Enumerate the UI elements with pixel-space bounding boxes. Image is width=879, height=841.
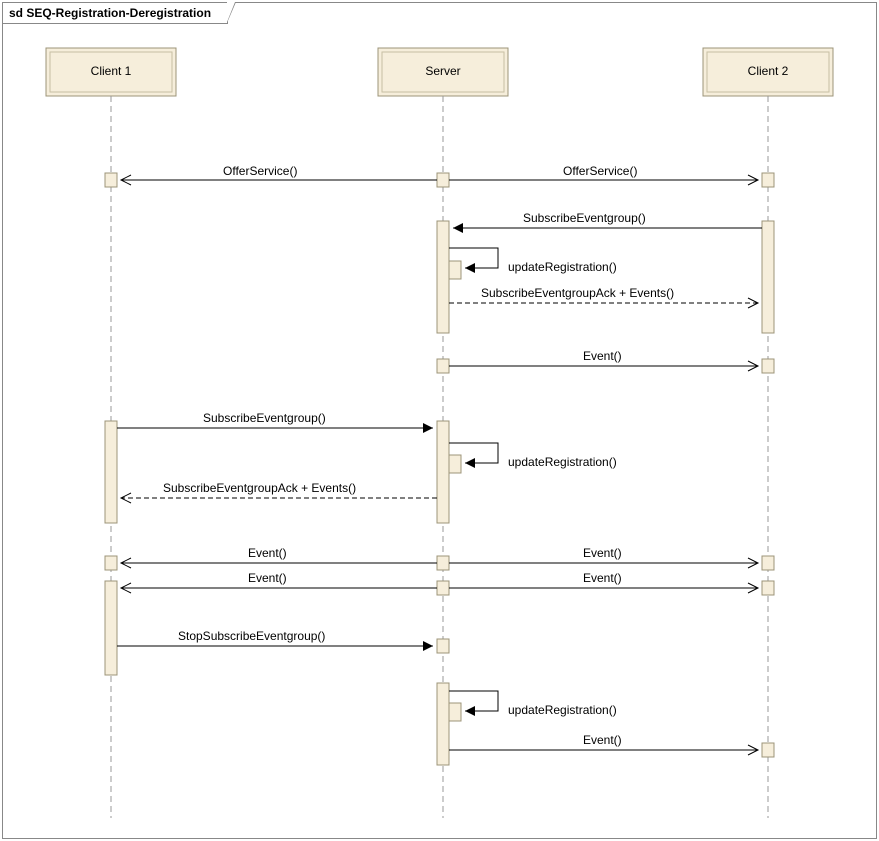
- activation-box: [437, 639, 449, 653]
- activation-box: [762, 581, 774, 595]
- activation-box: [762, 221, 774, 333]
- msg-update-reg-1: updateRegistration(): [508, 260, 617, 274]
- activation-box: [762, 359, 774, 373]
- msg-event-to-c2-b: Event(): [583, 571, 622, 585]
- msg-offer-left: OfferService(): [223, 164, 297, 178]
- msg-offer-right: OfferService(): [563, 164, 637, 178]
- msg-event-to-c2-final: Event(): [583, 733, 622, 747]
- activation-box: [437, 556, 449, 570]
- sequence-diagram-frame: sd SEQ-Registration-Deregistration Clien…: [2, 2, 877, 839]
- msg-event-to-c1-b: Event(): [248, 571, 287, 585]
- activation-box: [105, 556, 117, 570]
- msg-event-to-c1-a: Event(): [248, 546, 287, 560]
- lifeline-client1-label: Client 1: [91, 64, 132, 78]
- msg-sub-from-c1: SubscribeEventgroup(): [203, 411, 326, 425]
- msg-update-reg-2: updateRegistration(): [508, 455, 617, 469]
- activation-box: [437, 221, 449, 333]
- activation-box: [105, 173, 117, 187]
- activation-box: [762, 556, 774, 570]
- activation-box: [762, 173, 774, 187]
- activation-box: [449, 261, 461, 279]
- activation-box: [105, 421, 117, 523]
- activation-box: [449, 455, 461, 473]
- lifeline-client2: Client 2: [703, 48, 833, 818]
- activation-box: [437, 421, 449, 523]
- msg-sub-ack-to-c2: SubscribeEventgroupAck + Events(): [481, 286, 674, 300]
- msg-sub-ack-to-c1: SubscribeEventgroupAck + Events(): [163, 481, 356, 495]
- msg-event-to-c2-a: Event(): [583, 546, 622, 560]
- activation-box: [449, 703, 461, 721]
- lifeline-server-label: Server: [425, 64, 460, 78]
- activation-box: [437, 581, 449, 595]
- lifeline-client2-label: Client 2: [748, 64, 789, 78]
- activation-box: [437, 173, 449, 187]
- frame-title: sd SEQ-Registration-Deregistration: [2, 2, 228, 24]
- msg-stop-sub-c1: StopSubscribeEventgroup(): [178, 629, 325, 643]
- sequence-diagram-svg: Client 1 Server Client 2 OfferService() …: [3, 3, 876, 838]
- msg-sub-from-c2: SubscribeEventgroup(): [523, 211, 646, 225]
- msg-update-reg-3: updateRegistration(): [508, 703, 617, 717]
- msg-event-to-c2-1: Event(): [583, 349, 622, 363]
- activation-box: [762, 743, 774, 757]
- activation-box: [105, 581, 117, 675]
- activation-box: [437, 359, 449, 373]
- frame-title-text: sd SEQ-Registration-Deregistration: [9, 6, 211, 20]
- activation-box: [437, 683, 449, 765]
